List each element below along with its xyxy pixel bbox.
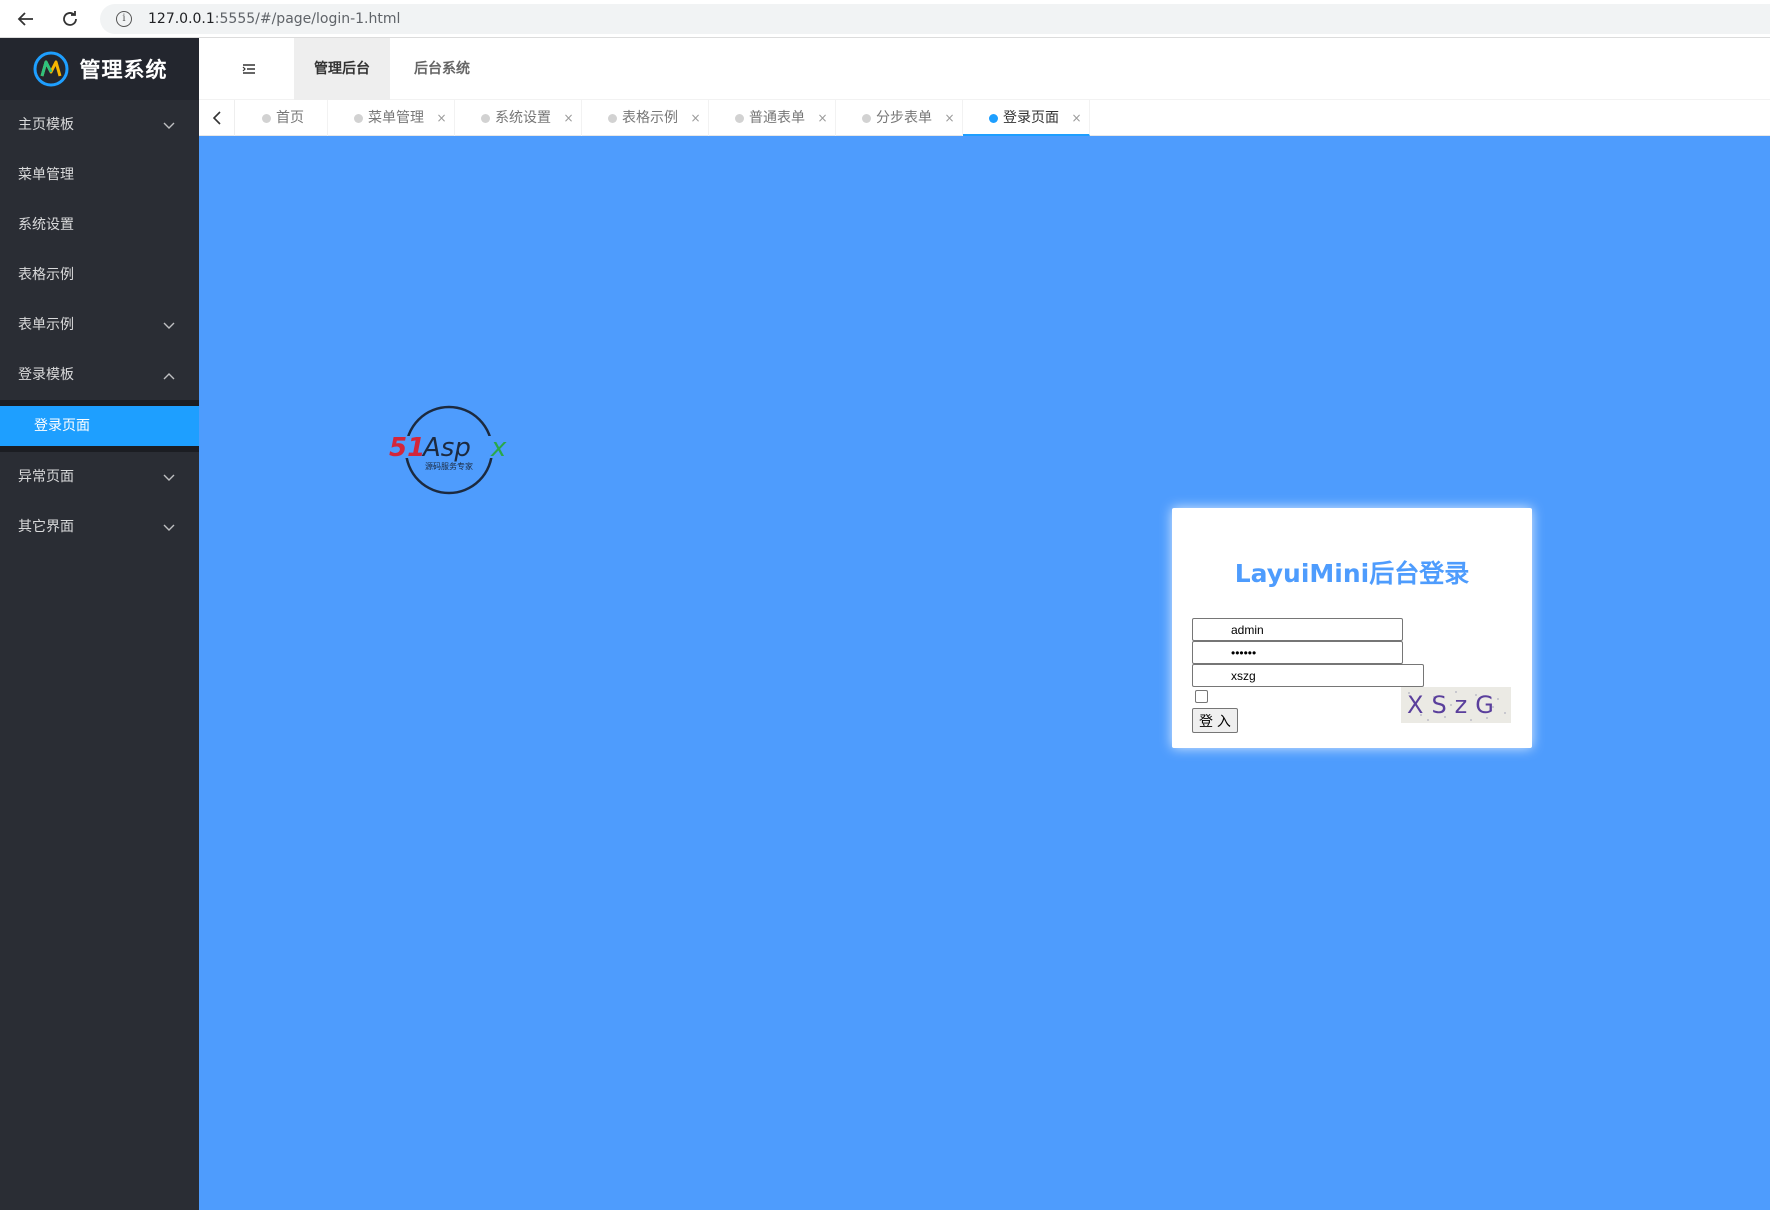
close-icon[interactable]: × xyxy=(1071,111,1081,125)
sidebar-item-label: 登录模板 xyxy=(18,367,74,383)
content-area: 51 Asp x 源码服务专家 LayuiMini后台登录 XSzG 登 入 xyxy=(199,136,1770,1210)
tab-dot-icon xyxy=(989,114,998,123)
svg-text:源码服务专家: 源码服务专家 xyxy=(425,461,473,471)
arrow-left-icon xyxy=(17,12,33,26)
username-input[interactable] xyxy=(1192,618,1403,641)
menu-fold-icon xyxy=(242,64,255,74)
watermark-logo: 51 Asp x 源码服务专家 xyxy=(387,405,515,495)
tab-label: 系统设置 xyxy=(495,110,551,126)
tab-label: 表格示例 xyxy=(622,110,678,126)
svg-text:x: x xyxy=(490,433,507,463)
tab-normal-form[interactable]: 普通表单 × xyxy=(709,100,836,136)
info-icon[interactable]: i xyxy=(116,11,132,27)
tab-dot-icon xyxy=(354,114,363,123)
address-bar[interactable]: i 127.0.0.1:5555/#/page/login-1.html xyxy=(100,4,1770,34)
url-text: 127.0.0.1:5555/#/page/login-1.html xyxy=(148,11,401,27)
sidebar-item-label: 表格示例 xyxy=(18,267,74,283)
svg-text:51: 51 xyxy=(389,433,425,463)
top-header: 管理后台 后台系统 xyxy=(199,38,1770,100)
reload-button[interactable] xyxy=(55,4,85,34)
back-button[interactable] xyxy=(11,4,41,34)
chevron-up-icon xyxy=(163,350,175,400)
header-tab-admin[interactable]: 管理后台 xyxy=(294,38,390,100)
login-button[interactable]: 登 入 xyxy=(1192,708,1238,733)
sidebar-item-login-template[interactable]: 登录模板 xyxy=(0,350,199,400)
close-icon[interactable]: × xyxy=(690,111,700,125)
tab-dot-icon xyxy=(862,114,871,123)
captcha-image[interactable]: XSzG xyxy=(1401,687,1511,723)
sidebar-item-error-pages[interactable]: 异常页面 xyxy=(0,452,199,502)
captcha-text: XSzG xyxy=(1407,691,1502,719)
remember-checkbox[interactable] xyxy=(1195,690,1208,703)
tab-system-settings[interactable]: 系统设置 × xyxy=(455,100,582,136)
logo-text: 管理系统 xyxy=(79,58,168,82)
sidebar-toggle-button[interactable] xyxy=(239,59,259,79)
logo[interactable]: 管理系统 xyxy=(0,38,199,100)
sidebar-item-table-examples[interactable]: 表格示例 xyxy=(0,250,199,300)
chevron-down-icon xyxy=(163,452,175,502)
tab-menu-management[interactable]: 菜单管理 × xyxy=(328,100,455,136)
sidebar-item-label: 菜单管理 xyxy=(18,167,74,183)
chevron-left-icon xyxy=(212,111,221,125)
tab-label: 登录页面 xyxy=(1003,110,1059,126)
login-panel: LayuiMini后台登录 XSzG 登 入 xyxy=(1172,508,1532,748)
reload-icon xyxy=(63,11,77,26)
sidebar-subitem-login-page[interactable]: 登录页面 xyxy=(0,406,199,446)
tab-dot-icon xyxy=(262,114,271,123)
chevron-down-icon xyxy=(163,300,175,350)
tab-step-form[interactable]: 分步表单 × xyxy=(836,100,963,136)
sidebar: 管理系统 主页模板 菜单管理 系统设置 表格示例 表单示例 登录模板 登录页面 … xyxy=(0,38,199,1210)
tab-dot-icon xyxy=(735,114,744,123)
sidebar-item-system-settings[interactable]: 系统设置 xyxy=(0,200,199,250)
tab-login-page[interactable]: 登录页面 × xyxy=(963,100,1090,136)
tab-label: 首页 xyxy=(276,110,304,126)
svg-text:Asp: Asp xyxy=(421,433,471,463)
close-icon[interactable]: × xyxy=(944,111,954,125)
chevron-down-icon xyxy=(163,502,175,552)
sidebar-item-label: 其它界面 xyxy=(18,519,74,535)
chevron-down-icon xyxy=(163,100,175,150)
logo-icon xyxy=(33,51,68,87)
tab-label: 分步表单 xyxy=(876,110,932,126)
captcha-input[interactable] xyxy=(1192,664,1424,687)
header-tab-backend[interactable]: 后台系统 xyxy=(394,38,490,100)
tab-dot-icon xyxy=(608,114,617,123)
tab-scroll-left-button[interactable] xyxy=(199,100,235,136)
sidebar-item-label: 表单示例 xyxy=(18,317,74,333)
sidebar-item-label: 主页模板 xyxy=(18,117,74,133)
sidebar-item-other-pages[interactable]: 其它界面 xyxy=(0,502,199,552)
close-icon[interactable]: × xyxy=(817,111,827,125)
tab-label: 普通表单 xyxy=(749,110,805,126)
tab-dot-icon xyxy=(481,114,490,123)
password-input[interactable] xyxy=(1192,641,1403,664)
sidebar-item-home-template[interactable]: 主页模板 xyxy=(0,100,199,150)
close-icon[interactable]: × xyxy=(436,111,446,125)
sidebar-item-label: 异常页面 xyxy=(18,469,74,485)
close-icon[interactable]: × xyxy=(563,111,573,125)
page-tabbar: 首页 菜单管理 × 系统设置 × 表格示例 × 普通表单 × 分步表单 × 登录… xyxy=(199,100,1770,136)
browser-toolbar: i 127.0.0.1:5555/#/page/login-1.html xyxy=(0,0,1770,38)
login-title: LayuiMini后台登录 xyxy=(1234,559,1470,588)
sidebar-item-menu-management[interactable]: 菜单管理 xyxy=(0,150,199,200)
sidebar-item-label: 系统设置 xyxy=(18,217,74,233)
submenu-login-template: 登录页面 xyxy=(0,400,199,452)
tab-home[interactable]: 首页 xyxy=(236,100,328,136)
tab-table-examples[interactable]: 表格示例 × xyxy=(582,100,709,136)
tab-label: 菜单管理 xyxy=(368,110,424,126)
sidebar-item-form-examples[interactable]: 表单示例 xyxy=(0,300,199,350)
